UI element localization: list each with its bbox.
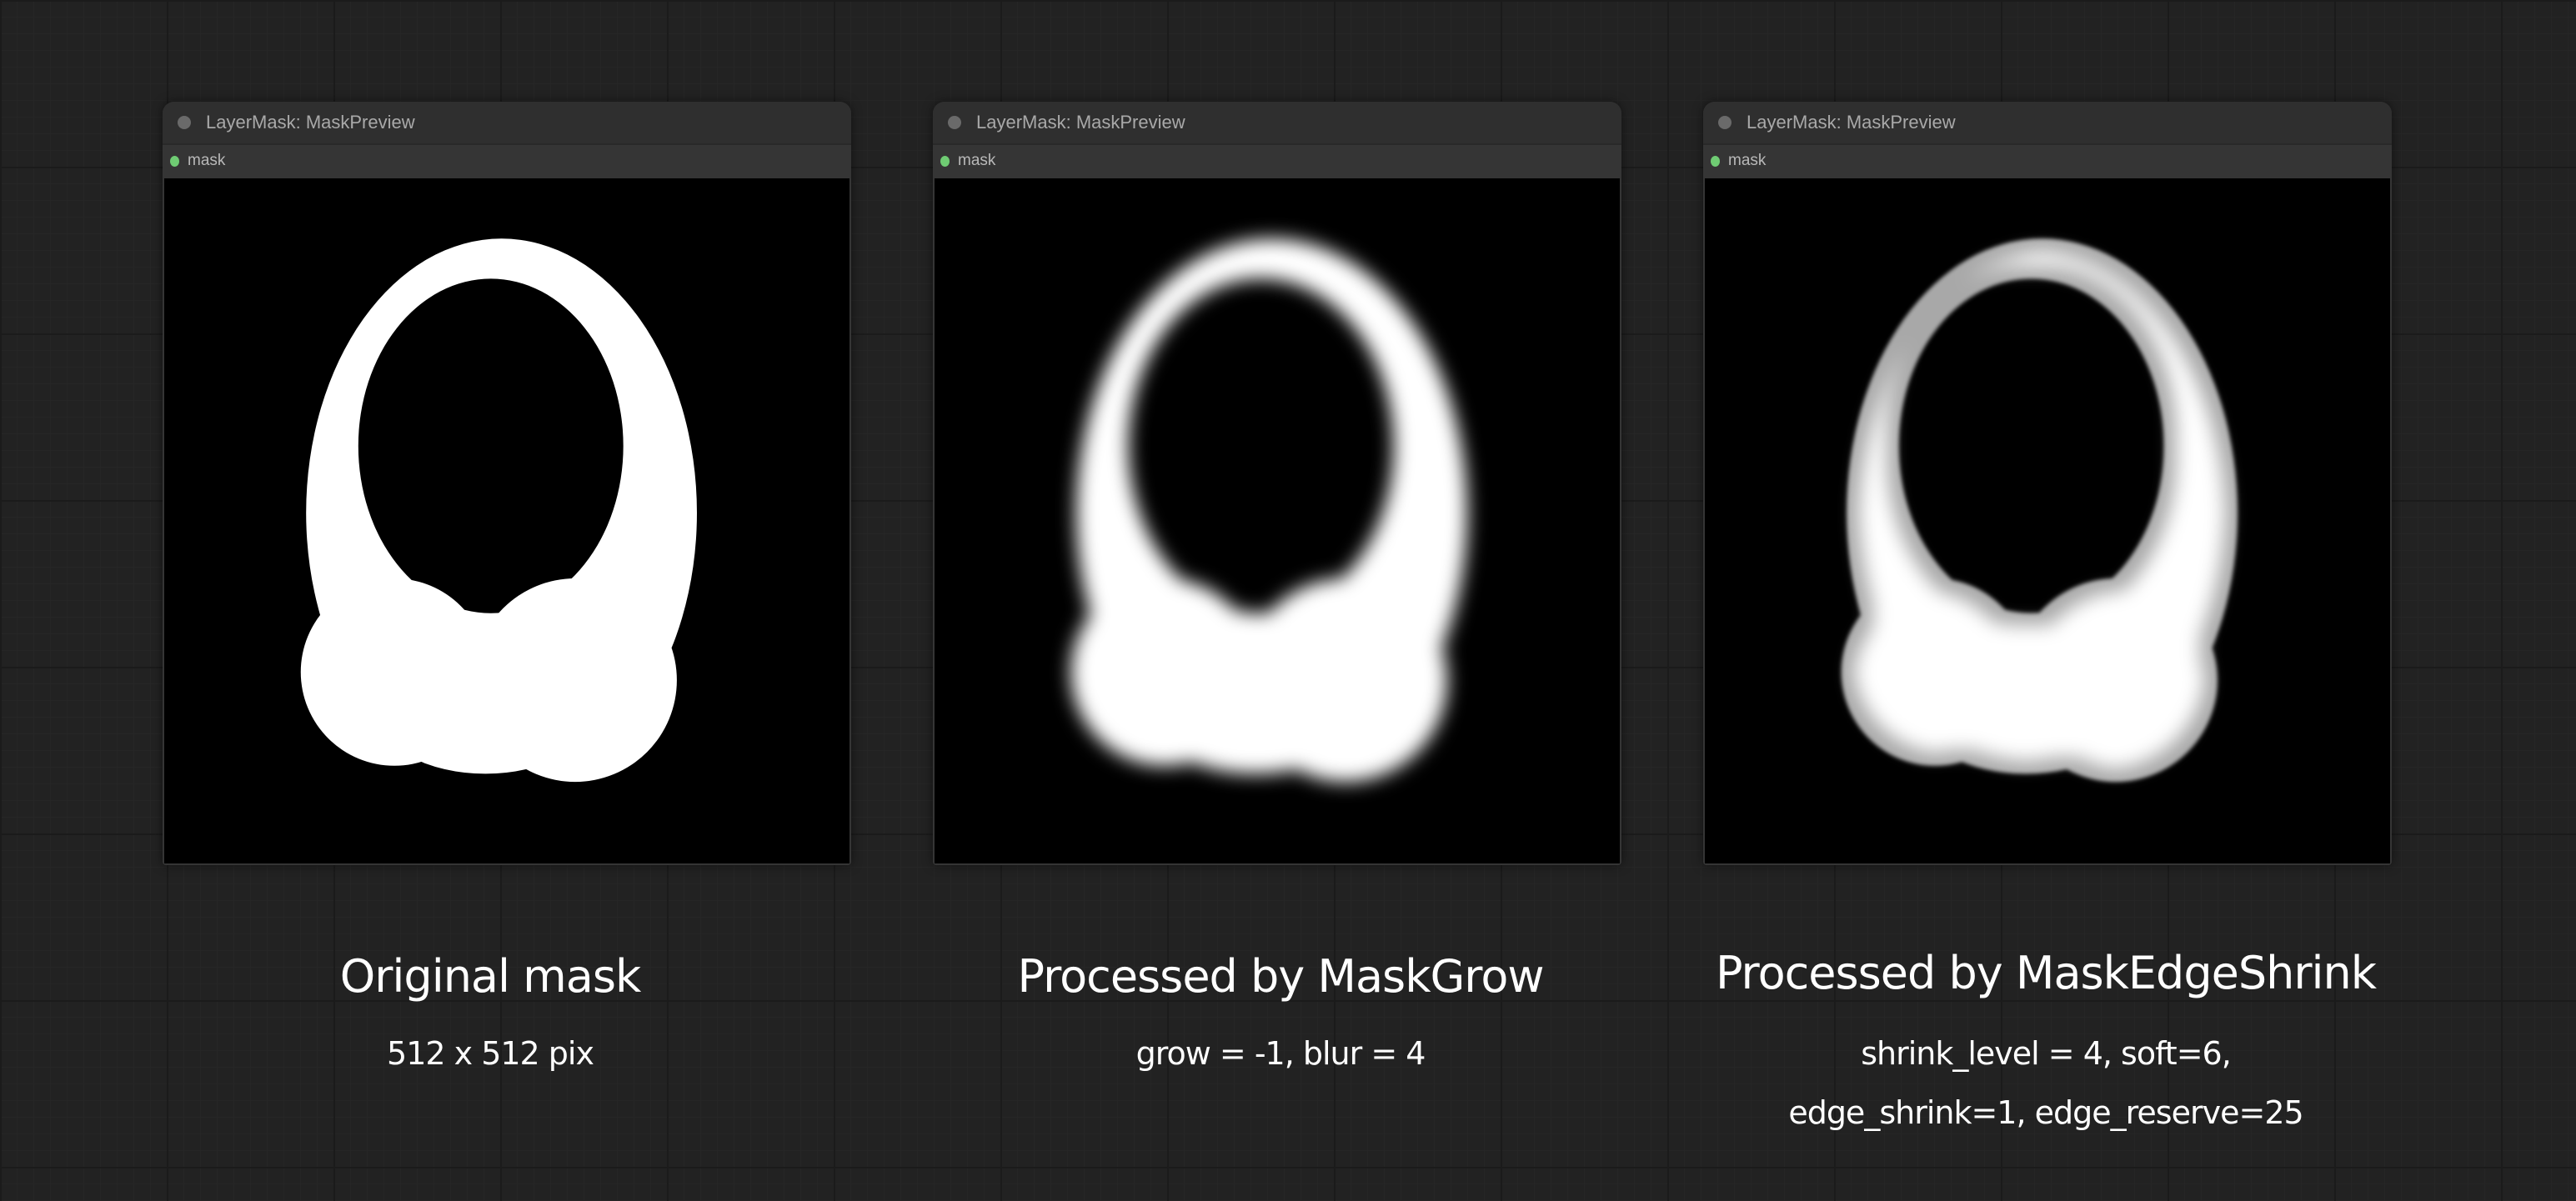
caption-title-maskgrow: Processed by MaskGrow: [1017, 950, 1544, 1003]
collapse-dot-icon[interactable]: [948, 116, 961, 129]
mask-preview-image: [1705, 178, 2390, 863]
collapse-dot-icon[interactable]: [178, 116, 191, 129]
mask-preview-image: [164, 178, 849, 863]
caption-detail-edgeshrink-1: shrink_level = 4, soft=6,: [1861, 1035, 2232, 1072]
headphones-mask-blurred: [935, 178, 1620, 863]
input-slot-mask[interactable]: mask: [163, 145, 851, 177]
mask-preview-node-maskgrow[interactable]: LayerMask: MaskPreview mask: [933, 102, 1621, 865]
mask-preview-node-original[interactable]: LayerMask: MaskPreview mask: [163, 102, 851, 865]
input-slot-mask[interactable]: mask: [1703, 145, 2392, 177]
headphones-mask-original: [164, 178, 849, 863]
caption-detail-edgeshrink-2: edge_shrink=1, edge_reserve=25: [1788, 1094, 2303, 1131]
caption-title-edgeshrink: Processed by MaskEdgeShrink: [1715, 947, 2377, 999]
node-title: LayerMask: MaskPreview: [1747, 112, 1956, 133]
caption-title-original: Original mask: [339, 950, 642, 1003]
node-title-bar[interactable]: LayerMask: MaskPreview: [163, 102, 851, 145]
headphones-mask-edge-shrink: [1705, 178, 2390, 863]
slot-label: mask: [1728, 152, 1767, 169]
caption-detail-original: 512 x 512 pix: [387, 1035, 594, 1072]
slot-label: mask: [958, 152, 996, 169]
slot-label: mask: [188, 152, 226, 169]
node-title: LayerMask: MaskPreview: [976, 112, 1185, 133]
slot-connector-icon[interactable]: [1711, 155, 1720, 167]
input-slot-mask[interactable]: mask: [933, 145, 1621, 177]
collapse-dot-icon[interactable]: [1718, 116, 1732, 129]
slot-connector-icon[interactable]: [170, 155, 179, 167]
mask-preview-image: [935, 178, 1620, 863]
caption-detail-maskgrow: grow = -1, blur = 4: [1135, 1035, 1426, 1072]
slot-connector-icon[interactable]: [940, 155, 950, 167]
mask-preview-node-edgeshrink[interactable]: LayerMask: MaskPreview mask: [1703, 102, 2392, 865]
node-title-bar[interactable]: LayerMask: MaskPreview: [1703, 102, 2392, 145]
node-title-bar[interactable]: LayerMask: MaskPreview: [933, 102, 1621, 145]
node-title: LayerMask: MaskPreview: [206, 112, 415, 133]
